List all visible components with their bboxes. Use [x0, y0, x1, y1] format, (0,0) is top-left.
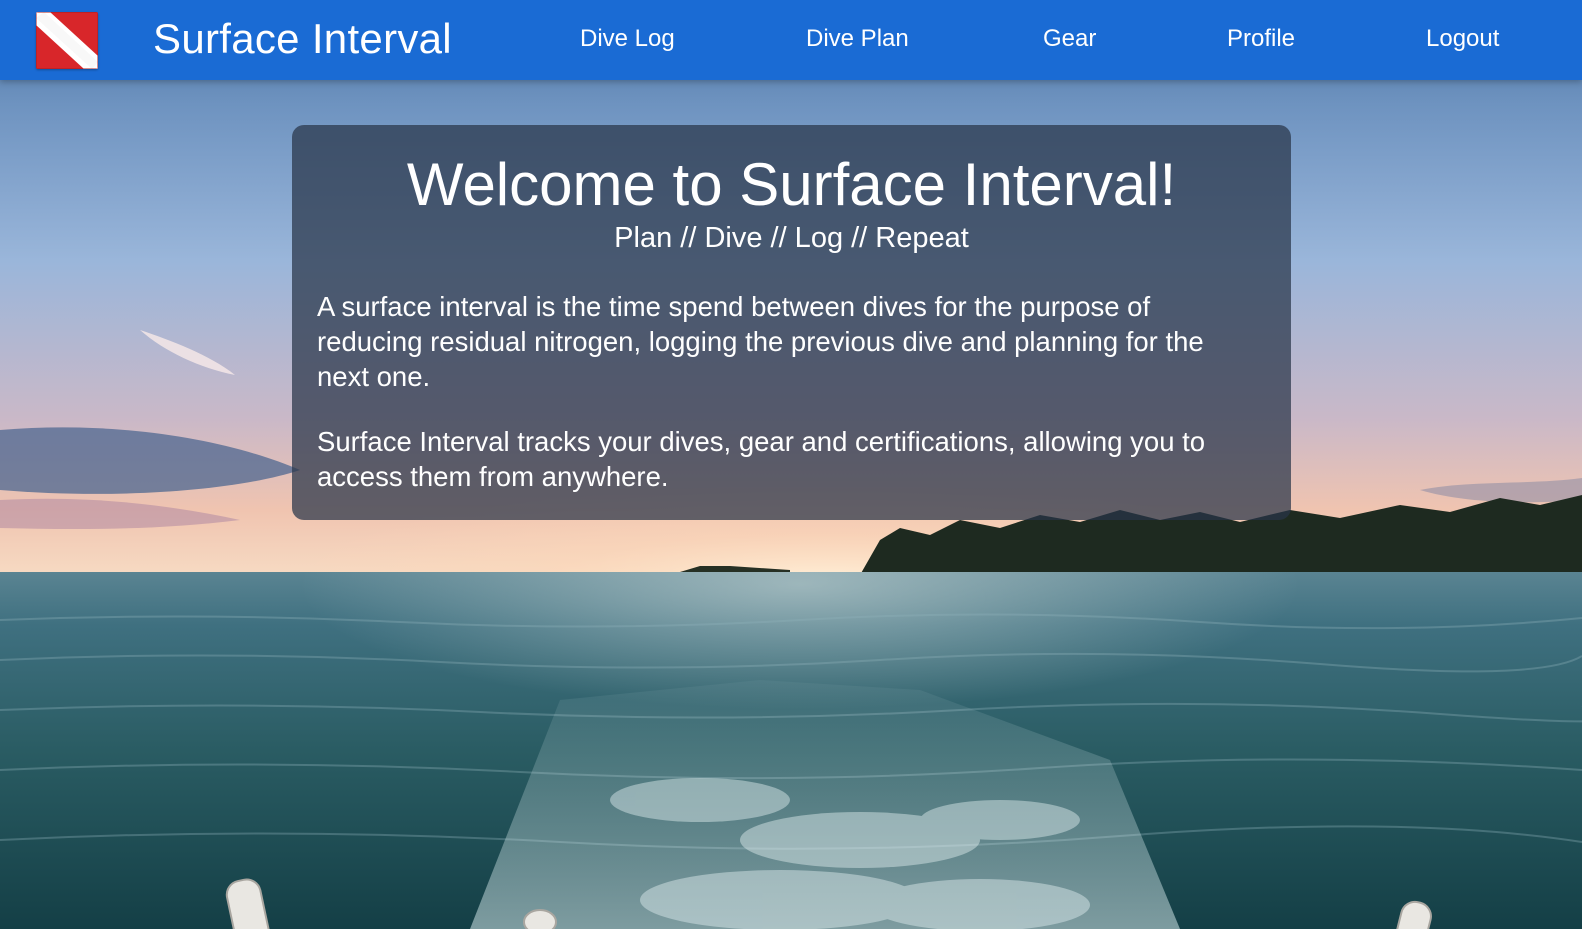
page: Surface Interval Dive Log Dive Plan Gear… — [0, 0, 1582, 929]
welcome-paragraph-1: A surface interval is the time spend bet… — [317, 291, 1204, 392]
welcome-subtitle: Plan // Dive // Log // Repeat — [614, 222, 969, 254]
nav-profile[interactable]: Profile — [1227, 24, 1295, 54]
dive-flag-icon[interactable] — [36, 12, 98, 69]
nav-dive-log[interactable]: Dive Log — [580, 24, 675, 54]
welcome-paragraph-2: Surface Interval tracks your dives, gear… — [317, 426, 1206, 492]
nav-gear[interactable]: Gear — [1043, 24, 1096, 54]
welcome-title: Welcome to Surface Interval! — [406, 151, 1177, 218]
navbar: Surface Interval Dive Log Dive Plan Gear… — [0, 0, 1582, 80]
nav-logout[interactable]: Logout — [1426, 24, 1499, 54]
welcome-card: Welcome to Surface Interval! Plan // Div… — [292, 125, 1291, 520]
nav-dive-plan[interactable]: Dive Plan — [806, 24, 909, 54]
brand-title[interactable]: Surface Interval — [153, 14, 452, 64]
